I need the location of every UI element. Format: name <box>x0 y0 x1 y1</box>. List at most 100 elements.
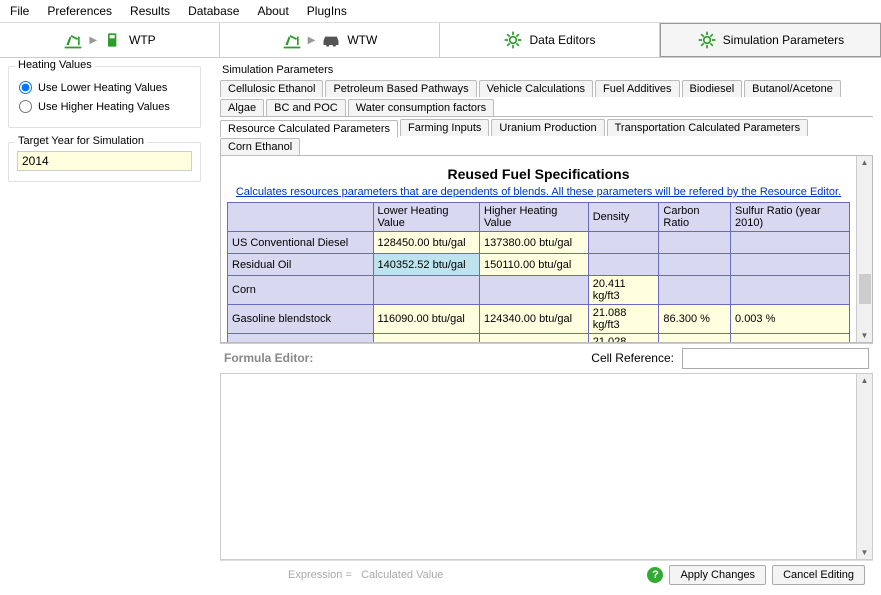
help-icon[interactable]: ? <box>647 567 663 583</box>
menu-file[interactable]: File <box>10 4 29 18</box>
toolbar-label: Data Editors <box>529 33 595 47</box>
tab-bc-and-poc[interactable]: BC and POC <box>266 99 346 116</box>
tab-resource-calculated-parameters[interactable]: Resource Calculated Parameters <box>220 120 398 137</box>
cell[interactable]: 21.088 kg/ft3 <box>588 305 659 334</box>
heating-values-group: Heating Values Use Lower Heating Values … <box>8 66 201 128</box>
car-icon <box>321 30 341 50</box>
table-row: Residual Oil140352.52 btu/gal150110.00 b… <box>228 254 850 276</box>
parameters-table: Lower Heating ValueHigher Heating ValueD… <box>227 202 850 342</box>
cell[interactable]: 101130.00 btu/gal <box>480 334 589 342</box>
menubar: File Preferences Results Database About PlugI… <box>0 0 881 23</box>
col-header: Lower Heating Value <box>373 203 479 232</box>
cell[interactable]: 128450.00 btu/gal <box>373 232 479 254</box>
tab-corn-ethanol[interactable]: Corn Ethanol <box>220 138 300 155</box>
tab-biodiesel[interactable]: Biodiesel <box>682 80 743 97</box>
toolbar-data-editors[interactable]: Data Editors <box>440 23 660 57</box>
right-panel: Simulation Parameters Cellulosic Ethanol… <box>210 58 881 593</box>
arrow-icon: ▶ <box>89 35 97 46</box>
radio-higher-heating[interactable]: Use Higher Heating Values <box>19 100 192 113</box>
formula-bar: Formula Editor: Cell Reference: <box>220 343 873 373</box>
table-row: Gasoline blendstock116090.00 btu/gal1243… <box>228 305 850 334</box>
expression-value: Calculated Value <box>361 569 443 581</box>
radio-lower-heating[interactable]: Use Lower Heating Values <box>19 81 192 94</box>
radio-input[interactable] <box>19 100 32 113</box>
tabs-row-1: Cellulosic EthanolPetroleum Based Pathwa… <box>220 80 873 117</box>
tabs-row-2: Resource Calculated ParametersFarming In… <box>220 119 873 156</box>
fuel-pump-icon <box>103 30 123 50</box>
scrollbar[interactable]: ▲▼ <box>856 374 872 560</box>
cell[interactable] <box>373 276 479 305</box>
cell[interactable]: 116090.00 btu/gal <box>373 305 479 334</box>
tab-petroleum-based-pathways[interactable]: Petroleum Based Pathways <box>325 80 476 97</box>
cell[interactable]: 20.411 kg/ft3 <box>588 276 659 305</box>
cell[interactable]: 140352.52 btu/gal <box>373 254 479 276</box>
tab-water-consumption-factors[interactable]: Water consumption factors <box>348 99 494 116</box>
cell[interactable]: 21.028 kg/ft3 <box>588 334 659 342</box>
cell[interactable]: 0.003 % <box>731 305 850 334</box>
scrollbar[interactable]: ▲▼ <box>856 156 872 342</box>
tab-vehicle-calculations[interactable]: Vehicle Calculations <box>479 80 593 97</box>
toolbar-label: WTW <box>347 33 377 47</box>
cell[interactable] <box>731 254 850 276</box>
table-row: US Conventional Diesel128450.00 btu/gal1… <box>228 232 850 254</box>
menu-database[interactable]: Database <box>188 4 239 18</box>
col-header: Sulfur Ratio (year 2010) <box>731 203 850 232</box>
tab-butanol-acetone[interactable]: Butanol/Acetone <box>744 80 841 97</box>
cell[interactable] <box>480 276 589 305</box>
cell[interactable]: 0.000 % <box>731 334 850 342</box>
cell-reference-input[interactable] <box>682 348 869 369</box>
toolbar-label: Simulation Parameters <box>723 33 844 47</box>
section-link[interactable]: Calculates resources parameters that are… <box>227 186 850 198</box>
cell[interactable] <box>588 254 659 276</box>
formula-body[interactable]: ▲▼ <box>220 373 873 561</box>
row-header: Corn <box>228 276 374 305</box>
radio-input[interactable] <box>19 81 32 94</box>
tab-algae[interactable]: Algae <box>220 99 264 116</box>
target-year-input[interactable] <box>17 151 192 171</box>
cell[interactable] <box>659 232 731 254</box>
cell[interactable]: 150110.00 btu/gal <box>480 254 589 276</box>
cell[interactable]: 68.100 % <box>659 334 731 342</box>
cell[interactable] <box>731 276 850 305</box>
table-header-row: Lower Heating ValueHigher Heating ValueD… <box>228 203 850 232</box>
tab-transportation-calculated-parameters[interactable]: Transportation Calculated Parameters <box>607 119 808 136</box>
cell[interactable] <box>731 232 850 254</box>
tab-uranium-production[interactable]: Uranium Production <box>491 119 604 136</box>
cell[interactable]: 86.300 % <box>659 305 731 334</box>
toolbar: ▶ WTP ▶ WTW Data Editors Simulation Para… <box>0 23 881 58</box>
cell[interactable] <box>659 254 731 276</box>
toolbar-wtp[interactable]: ▶ WTP <box>0 23 220 57</box>
oil-pump-icon <box>63 30 83 50</box>
tab-fuel-additives[interactable]: Fuel Additives <box>595 80 679 97</box>
col-header: Carbon Ratio <box>659 203 731 232</box>
toolbar-wtw[interactable]: ▶ WTW <box>220 23 440 57</box>
cell[interactable]: 124340.00 btu/gal <box>480 305 589 334</box>
col-header: Higher Heating Value <box>480 203 589 232</box>
menu-plugins[interactable]: PlugIns <box>307 4 347 18</box>
table-row: MTBE93540.000 btu/gal101130.00 btu/gal21… <box>228 334 850 342</box>
menu-about[interactable]: About <box>257 4 288 18</box>
arrow-icon: ▶ <box>308 35 316 46</box>
oil-pump-icon <box>282 30 302 50</box>
cancel-editing-button[interactable]: Cancel Editing <box>772 565 865 585</box>
menu-results[interactable]: Results <box>130 4 170 18</box>
section-title: Reused Fuel Specifications <box>227 166 850 182</box>
expression-label: Expression = <box>288 569 352 581</box>
cell[interactable] <box>588 232 659 254</box>
table-row: Corn 20.411 kg/ft3 <box>228 276 850 305</box>
toolbar-simulation-parameters[interactable]: Simulation Parameters <box>660 23 881 57</box>
left-panel: Heating Values Use Lower Heating Values … <box>0 58 210 593</box>
cell[interactable]: 137380.00 btu/gal <box>480 232 589 254</box>
apply-changes-button[interactable]: Apply Changes <box>669 565 766 585</box>
tab-cellulosic-ethanol[interactable]: Cellulosic Ethanol <box>220 80 323 97</box>
row-header: MTBE <box>228 334 374 342</box>
cell[interactable] <box>659 276 731 305</box>
gear-icon <box>503 30 523 50</box>
radio-label: Use Lower Heating Values <box>38 82 167 94</box>
toolbar-label: WTP <box>129 33 156 47</box>
section-label: Simulation Parameters <box>222 64 873 76</box>
menu-preferences[interactable]: Preferences <box>47 4 112 18</box>
tab-farming-inputs[interactable]: Farming Inputs <box>400 119 489 136</box>
target-year-group: Target Year for Simulation <box>8 142 201 182</box>
cell[interactable]: 93540.000 btu/gal <box>373 334 479 342</box>
